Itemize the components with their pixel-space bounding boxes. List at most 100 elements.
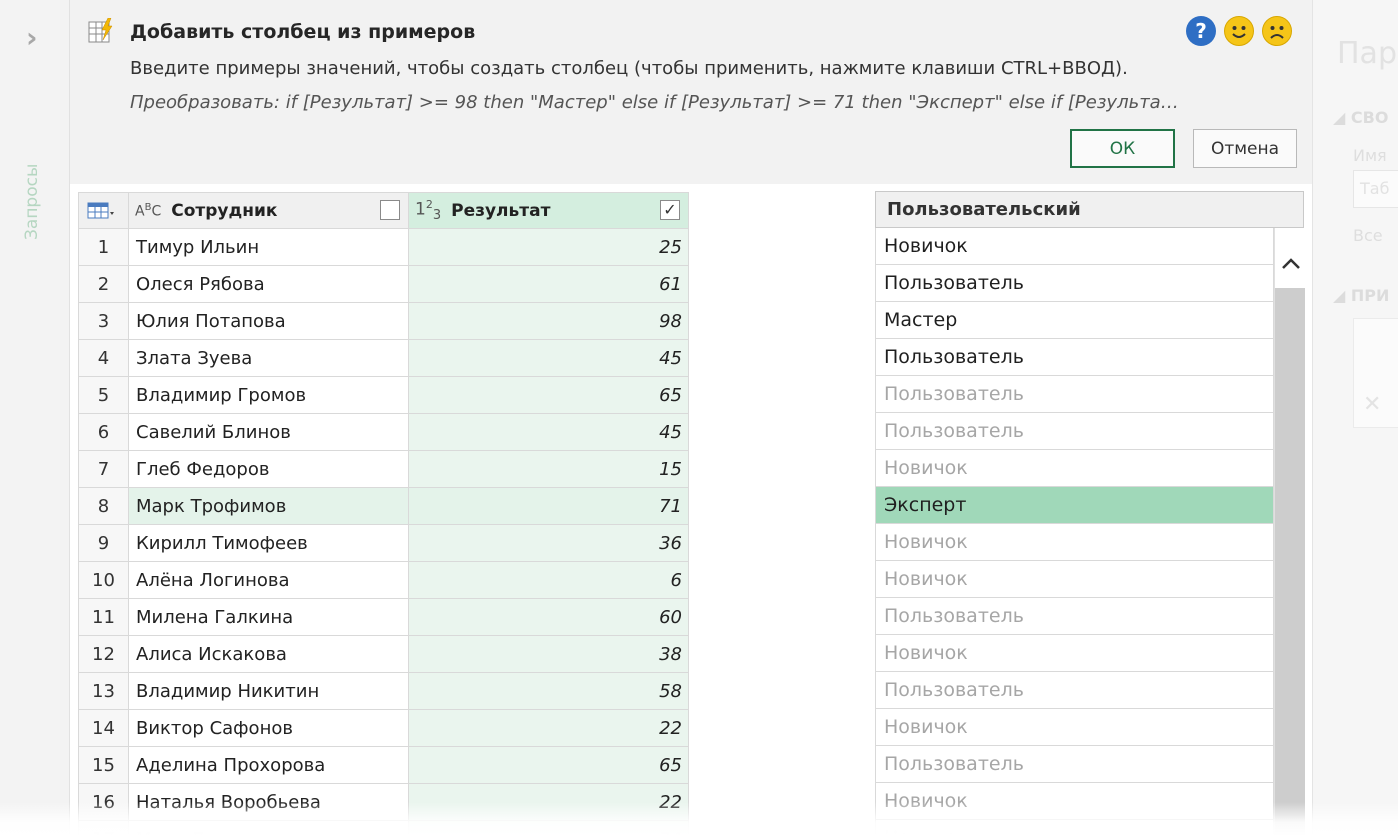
table-row[interactable]: 12 Алиса Искакова 38 (78, 635, 689, 673)
cell-employee[interactable]: Виктор Сафонов (128, 709, 409, 747)
cell-result[interactable]: 22 (408, 709, 689, 747)
table-row[interactable]: 14 Виктор Сафонов 22 (78, 709, 689, 747)
custom-cell[interactable]: Эксперт (875, 487, 1274, 524)
cell-result[interactable]: 61 (408, 265, 689, 303)
custom-cell[interactable]: Пользователь (875, 746, 1274, 783)
row-number[interactable]: 8 (78, 487, 129, 525)
row-number[interactable]: 13 (78, 672, 129, 710)
cell-result[interactable]: 98 (408, 302, 689, 340)
custom-cell[interactable]: Новичок (875, 635, 1274, 672)
custom-cell[interactable]: Новичок (875, 561, 1274, 598)
cell-result[interactable]: 34 (408, 820, 689, 836)
name-input[interactable]: Таб (1353, 170, 1398, 208)
row-number[interactable]: 6 (78, 413, 129, 451)
cell-employee[interactable]: Марк Лавров (128, 820, 409, 836)
column-checkbox-result[interactable]: ✓ (660, 200, 680, 220)
custom-cell[interactable]: Новичок (875, 820, 1274, 836)
row-number[interactable]: 17 (78, 820, 129, 836)
column-header-employee[interactable]: ABC Сотрудник (128, 192, 409, 229)
custom-cell[interactable]: Новичок (875, 709, 1274, 746)
table-row[interactable]: 7 Глеб Федоров 15 (78, 450, 689, 488)
table-row[interactable]: 16 Наталья Воробьева 22 (78, 783, 689, 821)
table-row[interactable]: 6 Савелий Блинов 45 (78, 413, 689, 451)
row-number[interactable]: 4 (78, 339, 129, 377)
cell-employee[interactable]: Милена Галкина (128, 598, 409, 636)
custom-cell[interactable]: Новичок (875, 524, 1274, 561)
cell-result[interactable]: 60 (408, 598, 689, 636)
all-properties-link[interactable]: Все (1353, 226, 1383, 245)
row-number[interactable]: 14 (78, 709, 129, 747)
custom-cell[interactable]: Новичок (875, 450, 1274, 487)
table-row[interactable]: 10 Алёна Логинова 6 (78, 561, 689, 599)
close-icon[interactable]: ✕ (1363, 392, 1381, 417)
chevron-right-icon[interactable]: › (26, 24, 38, 52)
cell-employee[interactable]: Владимир Громов (128, 376, 409, 414)
custom-cell[interactable]: Пользователь (875, 339, 1274, 376)
custom-cell[interactable]: Новичок (875, 228, 1274, 265)
cell-employee[interactable]: Алёна Логинова (128, 561, 409, 599)
table-row[interactable]: 15 Аделина Прохорова 65 (78, 746, 689, 784)
custom-column-header[interactable]: Пользовательский (875, 191, 1304, 228)
cell-employee[interactable]: Савелий Блинов (128, 413, 409, 451)
ok-button[interactable]: ОК (1070, 129, 1175, 168)
cell-result[interactable]: 65 (408, 746, 689, 784)
cell-employee[interactable]: Юлия Потапова (128, 302, 409, 340)
column-checkbox-employee[interactable] (380, 200, 400, 220)
table-row[interactable]: 1 Тимур Ильин 25 (78, 228, 689, 266)
table-row[interactable]: 4 Злата Зуева 45 (78, 339, 689, 377)
table-row[interactable]: 13 Владимир Никитин 58 (78, 672, 689, 710)
custom-cell[interactable]: Пользователь (875, 672, 1274, 709)
row-number[interactable]: 5 (78, 376, 129, 414)
row-number[interactable]: 2 (78, 265, 129, 303)
applied-steps-section[interactable]: ◢ ПРИ (1333, 286, 1389, 305)
table-row[interactable]: 11 Милена Галкина 60 (78, 598, 689, 636)
row-number[interactable]: 10 (78, 561, 129, 599)
row-number[interactable]: 7 (78, 450, 129, 488)
cell-result[interactable]: 65 (408, 376, 689, 414)
row-number[interactable]: 1 (78, 228, 129, 266)
table-row[interactable]: 8 Марк Трофимов 71 (78, 487, 689, 525)
cell-result[interactable]: 25 (408, 228, 689, 266)
table-row[interactable]: 9 Кирилл Тимофеев 36 (78, 524, 689, 562)
cancel-button[interactable]: Отмена (1193, 129, 1297, 168)
table-menu[interactable] (78, 192, 129, 229)
smile-icon[interactable] (1224, 16, 1254, 46)
row-number[interactable]: 12 (78, 635, 129, 673)
table-row[interactable]: 2 Олеся Рябова 61 (78, 265, 689, 303)
cell-result[interactable]: 38 (408, 635, 689, 673)
cell-result[interactable]: 22 (408, 783, 689, 821)
queries-pane-label[interactable]: Запросы (22, 164, 42, 240)
cell-employee[interactable]: Владимир Никитин (128, 672, 409, 710)
custom-cell[interactable]: Пользователь (875, 265, 1274, 302)
table-row[interactable]: 3 Юлия Потапова 98 (78, 302, 689, 340)
cell-employee[interactable]: Алиса Искакова (128, 635, 409, 673)
cell-result[interactable]: 58 (408, 672, 689, 710)
cell-employee[interactable]: Олеся Рябова (128, 265, 409, 303)
scrollbar-track[interactable] (1275, 288, 1305, 836)
cell-employee[interactable]: Тимур Ильин (128, 228, 409, 266)
cell-employee[interactable]: Злата Зуева (128, 339, 409, 377)
cell-employee[interactable]: Глеб Федоров (128, 450, 409, 488)
cell-result[interactable]: 45 (408, 413, 689, 451)
cell-result[interactable]: 36 (408, 524, 689, 562)
frown-icon[interactable] (1262, 16, 1292, 46)
table-icon[interactable] (87, 202, 115, 220)
row-number[interactable]: 16 (78, 783, 129, 821)
cell-result[interactable]: 71 (408, 487, 689, 525)
properties-section[interactable]: ◢ СВО (1333, 108, 1388, 127)
table-row[interactable]: 5 Владимир Громов 65 (78, 376, 689, 414)
chevron-up-icon[interactable] (1281, 256, 1301, 270)
custom-cell[interactable]: Пользователь (875, 598, 1274, 635)
row-number[interactable]: 11 (78, 598, 129, 636)
custom-cell[interactable]: Мастер (875, 302, 1274, 339)
help-icon[interactable]: ? (1186, 16, 1216, 46)
cell-result[interactable]: 45 (408, 339, 689, 377)
cell-employee[interactable]: Марк Трофимов (128, 487, 409, 525)
row-number[interactable]: 15 (78, 746, 129, 784)
row-number[interactable]: 9 (78, 524, 129, 562)
custom-cell[interactable]: Пользователь (875, 376, 1274, 413)
row-number[interactable]: 3 (78, 302, 129, 340)
scrollbar[interactable] (1274, 228, 1305, 836)
cell-employee[interactable]: Кирилл Тимофеев (128, 524, 409, 562)
custom-cell[interactable]: Новичок (875, 783, 1274, 820)
